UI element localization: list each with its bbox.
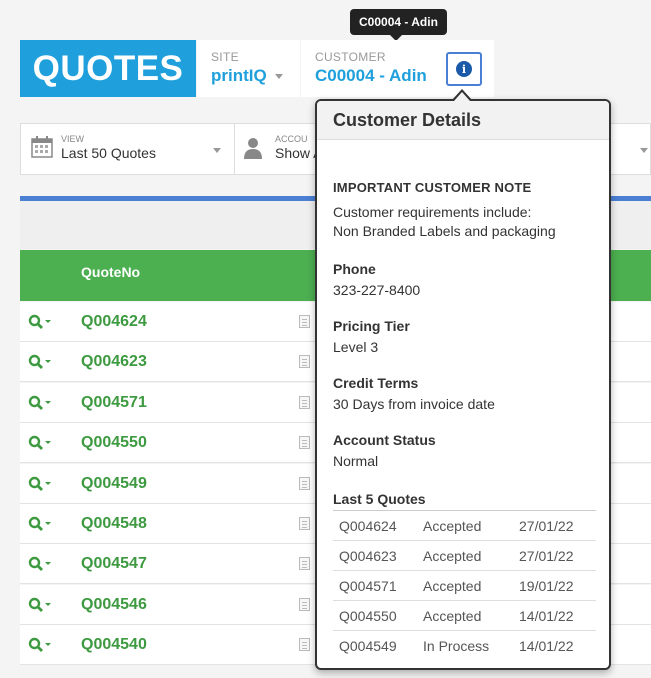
search-dropdown-icon[interactable] [28,395,54,411]
document-icon[interactable] [299,638,310,652]
last-quote-status: Accepted [417,600,513,631]
page-title: QUOTES [20,40,196,97]
customer-note: IMPORTANT CUSTOMER NOTE Customer require… [333,180,593,241]
quote-number-link[interactable]: Q004547 [81,555,147,573]
last-quote-row[interactable]: Q004550 Accepted 14/01/22 [333,600,596,631]
account-status-title: Account Status [333,432,436,448]
calendar-icon [31,136,53,158]
site-value: printIQ [211,66,267,85]
last-quote-date: 14/01/22 [513,630,596,661]
last-quotes-section: Last 5 Quotes Q004624 Accepted 27/01/22 Q00… [333,491,596,661]
last-quote-row[interactable]: Q004623 Accepted 27/01/22 [333,540,596,571]
note-line: Customer requirements include: [333,204,532,220]
view-value: Last 50 Quotes [61,145,156,161]
search-dropdown-icon[interactable] [28,556,54,572]
search-dropdown-icon[interactable] [28,354,54,370]
quote-number-link[interactable]: Q004550 [81,434,147,452]
chevron-down-icon [213,148,221,153]
last-quote-status: In Process [417,630,513,661]
search-dropdown-icon[interactable] [28,516,54,532]
last-quote-no: Q004550 [333,600,417,631]
customer-tooltip: C00004 - Adin [350,9,447,41]
quote-number-link[interactable]: Q004546 [81,596,147,614]
view-label: VIEW [61,134,85,144]
last-quote-row[interactable]: Q004549 In Process 14/01/22 [333,630,596,661]
quote-number-link[interactable]: Q004548 [81,515,147,533]
last-quote-row[interactable]: Q004571 Accepted 19/01/22 [333,570,596,601]
document-icon[interactable] [299,517,310,530]
quote-number-link[interactable]: Q004624 [81,313,147,331]
document-icon[interactable] [299,597,310,611]
document-icon[interactable] [299,395,310,409]
last-quotes-table: Q004624 Accepted 27/01/22 Q004623 Accepted 27… [333,510,596,661]
site-label: SITE [211,50,239,64]
last-quote-date: 14/01/22 [513,600,596,631]
last-quote-status: Accepted [417,510,513,541]
pricing-tier-value: Level 3 [333,339,379,355]
quote-number-link[interactable]: Q004623 [81,353,147,371]
customer-info-button[interactable]: i [446,52,482,86]
search-dropdown-icon[interactable] [28,637,54,653]
document-icon[interactable] [299,476,310,490]
last-quote-date: 27/01/22 [513,510,596,541]
phone-section: Phone 323-227-8400 [333,261,593,300]
last-quote-status: Accepted [417,540,513,571]
quote-number-link[interactable]: Q004540 [81,636,147,654]
credit-terms-section: Credit Terms 30 Days from invoice date [333,375,593,414]
search-dropdown-icon[interactable] [28,314,54,330]
popover-title: Customer Details [317,101,609,140]
popover-arrow [454,92,470,101]
last-quote-date: 27/01/22 [513,540,596,571]
chevron-down-icon [274,74,283,80]
view-filter[interactable]: VIEW Last 50 Quotes [21,124,233,174]
last-quote-no: Q004624 [333,510,417,541]
column-header-quoteno[interactable]: QuoteNo [81,264,140,280]
document-icon[interactable] [299,315,310,328]
last-quotes-title: Last 5 Quotes [333,491,426,507]
search-dropdown-icon[interactable] [28,597,54,613]
quote-number-link[interactable]: Q004571 [81,394,147,412]
quote-number-link[interactable]: Q004549 [81,475,147,493]
account-status-value: Normal [333,453,379,469]
last-quote-row[interactable]: Q004624 Accepted 27/01/22 [333,510,596,541]
last-quote-no: Q004623 [333,540,417,571]
document-icon[interactable] [299,355,310,369]
last-quote-date: 19/01/22 [513,570,596,601]
credit-terms-title: Credit Terms [333,375,419,391]
site-selector[interactable]: SITE printIQ [197,40,300,97]
note-line: Non Branded Labels and packaging [333,223,556,239]
last-quote-no: Q004549 [333,630,417,661]
search-dropdown-icon[interactable] [28,476,54,492]
pricing-tier-section: Pricing Tier Level 3 [333,318,593,357]
last-quote-status: Accepted [417,570,513,601]
last-quote-no: Q004571 [333,570,417,601]
note-title: IMPORTANT CUSTOMER NOTE [333,180,532,195]
pricing-tier-title: Pricing Tier [333,318,410,334]
info-icon: i [456,61,472,77]
customer-details-popover: Customer Details IMPORTANT CUSTOMER NOTE… [315,99,611,670]
user-icon [244,138,262,159]
document-icon[interactable] [299,436,310,450]
phone-value: 323-227-8400 [333,282,421,298]
credit-terms-value: 30 Days from invoice date [333,396,495,412]
phone-title: Phone [333,261,376,277]
search-dropdown-icon[interactable] [28,435,54,451]
chevron-down-icon[interactable] [640,148,648,153]
account-status-section: Account Status Normal [333,432,593,471]
document-icon[interactable] [299,557,310,571]
